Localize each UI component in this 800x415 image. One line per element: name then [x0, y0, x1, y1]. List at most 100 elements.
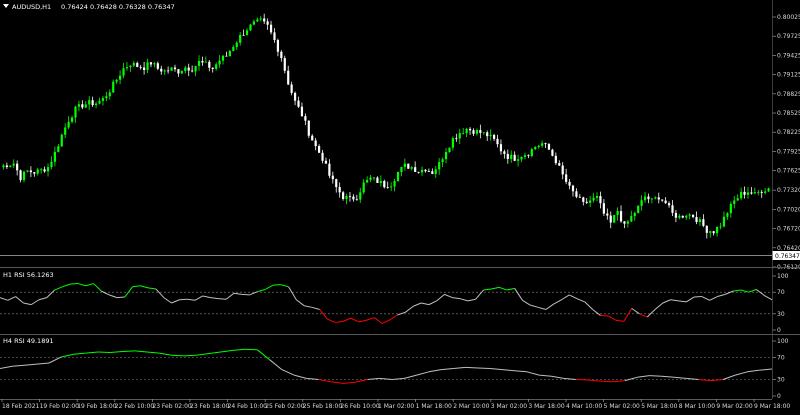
- candle-body: [307, 120, 310, 136]
- price-tick-label: 0.77320: [777, 187, 800, 194]
- candle-body: [462, 133, 465, 134]
- time-tick-label: 19 Feb 18:00: [77, 403, 117, 410]
- candle-body: [722, 216, 726, 227]
- candle-body: [685, 215, 688, 218]
- candle-body: [46, 167, 50, 172]
- candle-body: [736, 198, 739, 201]
- candle-body: [180, 70, 183, 74]
- rsi-segment: [183, 354, 197, 357]
- candle-body: [304, 116, 307, 121]
- price-tick-label: 0.77925: [777, 148, 800, 155]
- candle-body: [424, 169, 427, 172]
- candle-body: [640, 200, 643, 206]
- candle-body: [132, 62, 135, 66]
- candle-body: [29, 170, 32, 173]
- rsi-segment: [477, 367, 491, 369]
- candle-body: [348, 195, 352, 197]
- candle-body: [516, 159, 520, 161]
- candle-body: [98, 100, 101, 104]
- candle-body: [589, 200, 592, 203]
- candle-body: [335, 179, 338, 188]
- candle-body: [108, 92, 111, 97]
- candle-body: [122, 68, 125, 76]
- candle-body: [726, 213, 729, 217]
- candle-body: [551, 149, 554, 156]
- candle-body: [43, 169, 46, 172]
- candle-body: [208, 61, 211, 68]
- time-tick-label: 8 Mar 10:00: [679, 403, 715, 410]
- candle-body: [592, 197, 595, 201]
- candle-body: [338, 187, 341, 193]
- candle-body: [527, 155, 530, 157]
- candle-body: [211, 67, 214, 69]
- candle-body: [575, 191, 578, 197]
- candle-body: [235, 42, 238, 47]
- candle-body: [547, 144, 551, 150]
- time-tick-label: 3 Mar 18:00: [528, 403, 564, 410]
- time-tick-label: 25 Feb 18:00: [303, 403, 343, 410]
- candle-body: [314, 140, 317, 147]
- candle-body: [376, 177, 379, 183]
- candle-body: [705, 225, 708, 233]
- candle-body: [626, 221, 629, 224]
- candle-body: [733, 200, 736, 204]
- candle-body: [657, 197, 660, 200]
- candle-body: [486, 132, 489, 137]
- candle-body: [578, 196, 581, 198]
- candle-body: [609, 215, 612, 223]
- candle-body: [698, 219, 702, 223]
- candle-body: [290, 84, 293, 93]
- candle-body: [448, 147, 451, 152]
- candle-body: [757, 191, 760, 193]
- candle-body: [129, 65, 132, 68]
- rsi-tick-label: 100: [777, 273, 789, 280]
- candle-body: [245, 30, 249, 36]
- candle-body: [558, 163, 561, 166]
- candle-body: [499, 144, 503, 152]
- candle-body: [355, 199, 358, 201]
- candle-body: [125, 67, 129, 69]
- candle-body: [276, 40, 280, 52]
- candle-body: [585, 201, 588, 203]
- candle-body: [482, 132, 485, 134]
- candle-body: [647, 196, 650, 200]
- candle-body: [297, 100, 300, 107]
- candle-body: [218, 60, 221, 65]
- candle-body: [396, 172, 400, 182]
- candle-body: [602, 203, 605, 214]
- candle-body: [760, 191, 763, 193]
- candle-body: [554, 155, 557, 164]
- price-tick-label: 0.78225: [777, 129, 800, 136]
- candle-body: [156, 63, 159, 69]
- price-tick-label: 0.79425: [777, 52, 800, 59]
- candle-body: [33, 172, 36, 174]
- candle-body: [88, 100, 91, 105]
- candle-body: [664, 200, 667, 204]
- trading-chart[interactable]: AUDUSD,H1 0.76424 0.76428 0.76328 0.7634…: [0, 0, 800, 411]
- time-tick-label: 5 Mar 18:00: [641, 403, 677, 410]
- candle-body: [77, 104, 81, 107]
- candle-body: [249, 24, 252, 31]
- candle-body: [91, 100, 94, 106]
- candle-body: [345, 195, 348, 199]
- candle-body: [633, 212, 636, 217]
- rsi-segment: [245, 348, 258, 351]
- candle-body: [438, 162, 441, 170]
- candle-body: [194, 65, 197, 72]
- time-tick-label: 18 Feb 2021: [2, 403, 40, 410]
- candle-body: [379, 181, 382, 183]
- candle-body: [101, 98, 105, 101]
- candle-body: [184, 67, 187, 71]
- candle-body: [434, 169, 437, 174]
- candle-body: [191, 70, 194, 72]
- candle-body: [215, 64, 218, 69]
- candle-body: [239, 34, 242, 43]
- h4-rsi-header: H4 RSI 49.1891: [3, 337, 54, 345]
- candle-body: [506, 153, 509, 159]
- candle-body: [654, 197, 657, 199]
- time-tick-label: 4 Mar 10:00: [566, 403, 602, 410]
- time-tick-label: 23 Feb 02:00: [152, 403, 192, 410]
- candle-body: [136, 62, 139, 67]
- candle-body: [393, 181, 396, 187]
- candle-body: [352, 196, 355, 200]
